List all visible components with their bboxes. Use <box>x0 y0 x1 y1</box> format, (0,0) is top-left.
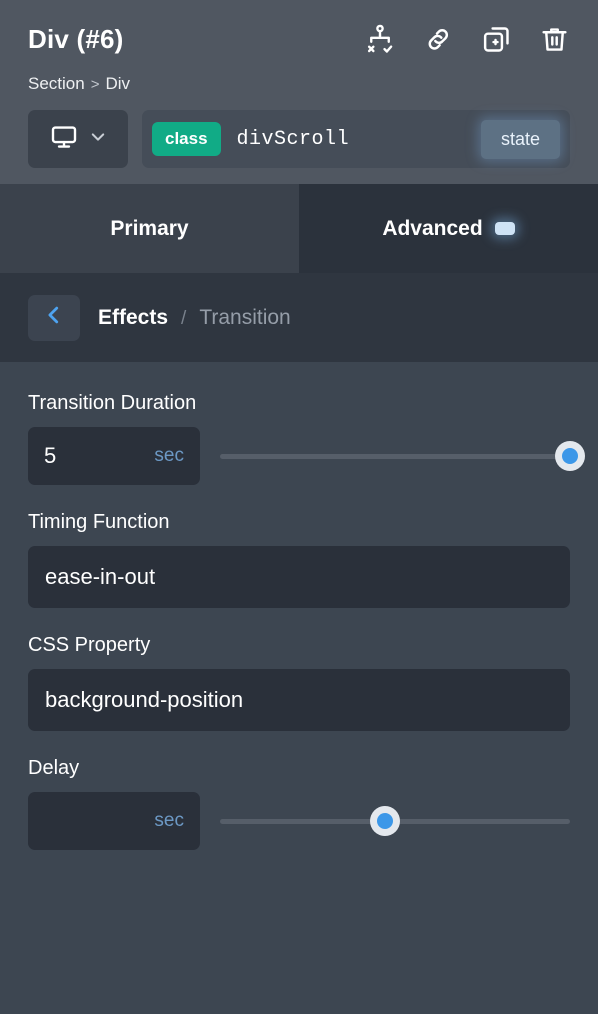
delay-input[interactable]: sec <box>28 792 200 850</box>
class-value[interactable]: divScroll <box>237 128 465 151</box>
transition-duration-unit: sec <box>154 445 184 466</box>
css-property-label: CSS Property <box>28 634 151 656</box>
breadcrumb-item-section[interactable]: Section <box>28 74 85 94</box>
tab-bar: Primary Advanced <box>0 184 598 273</box>
breadcrumb-item-div[interactable]: Div <box>105 74 130 94</box>
field-delay: Delay sec <box>28 757 570 850</box>
breadcrumb-separator: > <box>90 76 100 93</box>
sitemap-validate-icon[interactable] <box>364 23 396 55</box>
transition-duration-slider-track <box>220 453 570 459</box>
transition-duration-input[interactable]: 5 sec <box>28 427 200 485</box>
delay-slider-thumb[interactable] <box>369 806 400 836</box>
desktop-icon <box>49 122 79 157</box>
transition-duration-row: 5 sec <box>28 427 585 485</box>
tab-primary-label: Primary <box>110 216 189 240</box>
class-chip[interactable]: class <box>152 122 221 156</box>
delay-row: sec <box>28 792 570 850</box>
transition-duration-label: Transition Duration <box>28 392 197 414</box>
delay-label: Delay <box>28 757 80 779</box>
delay-unit: sec <box>154 810 184 831</box>
css-property-input[interactable]: background-position <box>28 669 570 731</box>
chevron-down-icon <box>89 128 107 151</box>
back-button[interactable] <box>28 294 80 341</box>
field-timing-function: Timing Function ease-in-out <box>28 511 570 608</box>
css-property-value: background-position <box>45 687 244 712</box>
tab-advanced[interactable]: Advanced <box>299 184 598 273</box>
crumb-separator: / <box>181 307 187 329</box>
trash-icon[interactable] <box>538 23 570 55</box>
header-actions <box>364 23 570 55</box>
chevron-left-icon <box>43 304 65 331</box>
field-transition-duration: Transition Duration 5 sec <box>28 392 585 485</box>
timing-function-input[interactable]: ease-in-out <box>28 546 570 608</box>
duplicate-icon[interactable] <box>480 23 512 55</box>
timing-function-label: Timing Function <box>28 511 170 533</box>
effects-crumbs: Effects / Transition <box>98 306 291 330</box>
header-top-row: Div (#6) <box>28 18 570 60</box>
link-icon[interactable] <box>422 23 454 55</box>
class-selector-bar: class divScroll state <box>142 110 570 168</box>
device-selector[interactable] <box>28 110 128 168</box>
timing-function-value: ease-in-out <box>45 564 156 589</box>
tab-primary[interactable]: Primary <box>0 184 299 273</box>
state-button[interactable]: state <box>480 119 560 159</box>
page-title: Div (#6) <box>28 23 124 54</box>
tab-advanced-label: Advanced <box>382 216 483 240</box>
transition-duration-slider[interactable] <box>220 441 585 471</box>
selector-bar: class divScroll state <box>28 110 570 168</box>
style-panel: Div (#6) Section > Div class divScroll s… <box>0 0 598 1014</box>
panel-body: Transition Duration 5 sec Timing Functio… <box>0 362 598 1014</box>
tab-advanced-badge <box>494 222 515 235</box>
field-css-property: CSS Property background-position <box>28 634 570 731</box>
transition-duration-slider-thumb[interactable] <box>555 441 585 471</box>
crumb-effects[interactable]: Effects <box>98 306 168 330</box>
transition-duration-value: 5 <box>44 443 57 468</box>
delay-slider[interactable] <box>220 806 570 836</box>
panel-header: Div (#6) Section > Div class divScroll s… <box>0 0 598 184</box>
effects-breadcrumb-bar: Effects / Transition <box>0 273 598 362</box>
crumb-transition: Transition <box>199 305 291 329</box>
breadcrumb: Section > Div <box>28 74 570 94</box>
